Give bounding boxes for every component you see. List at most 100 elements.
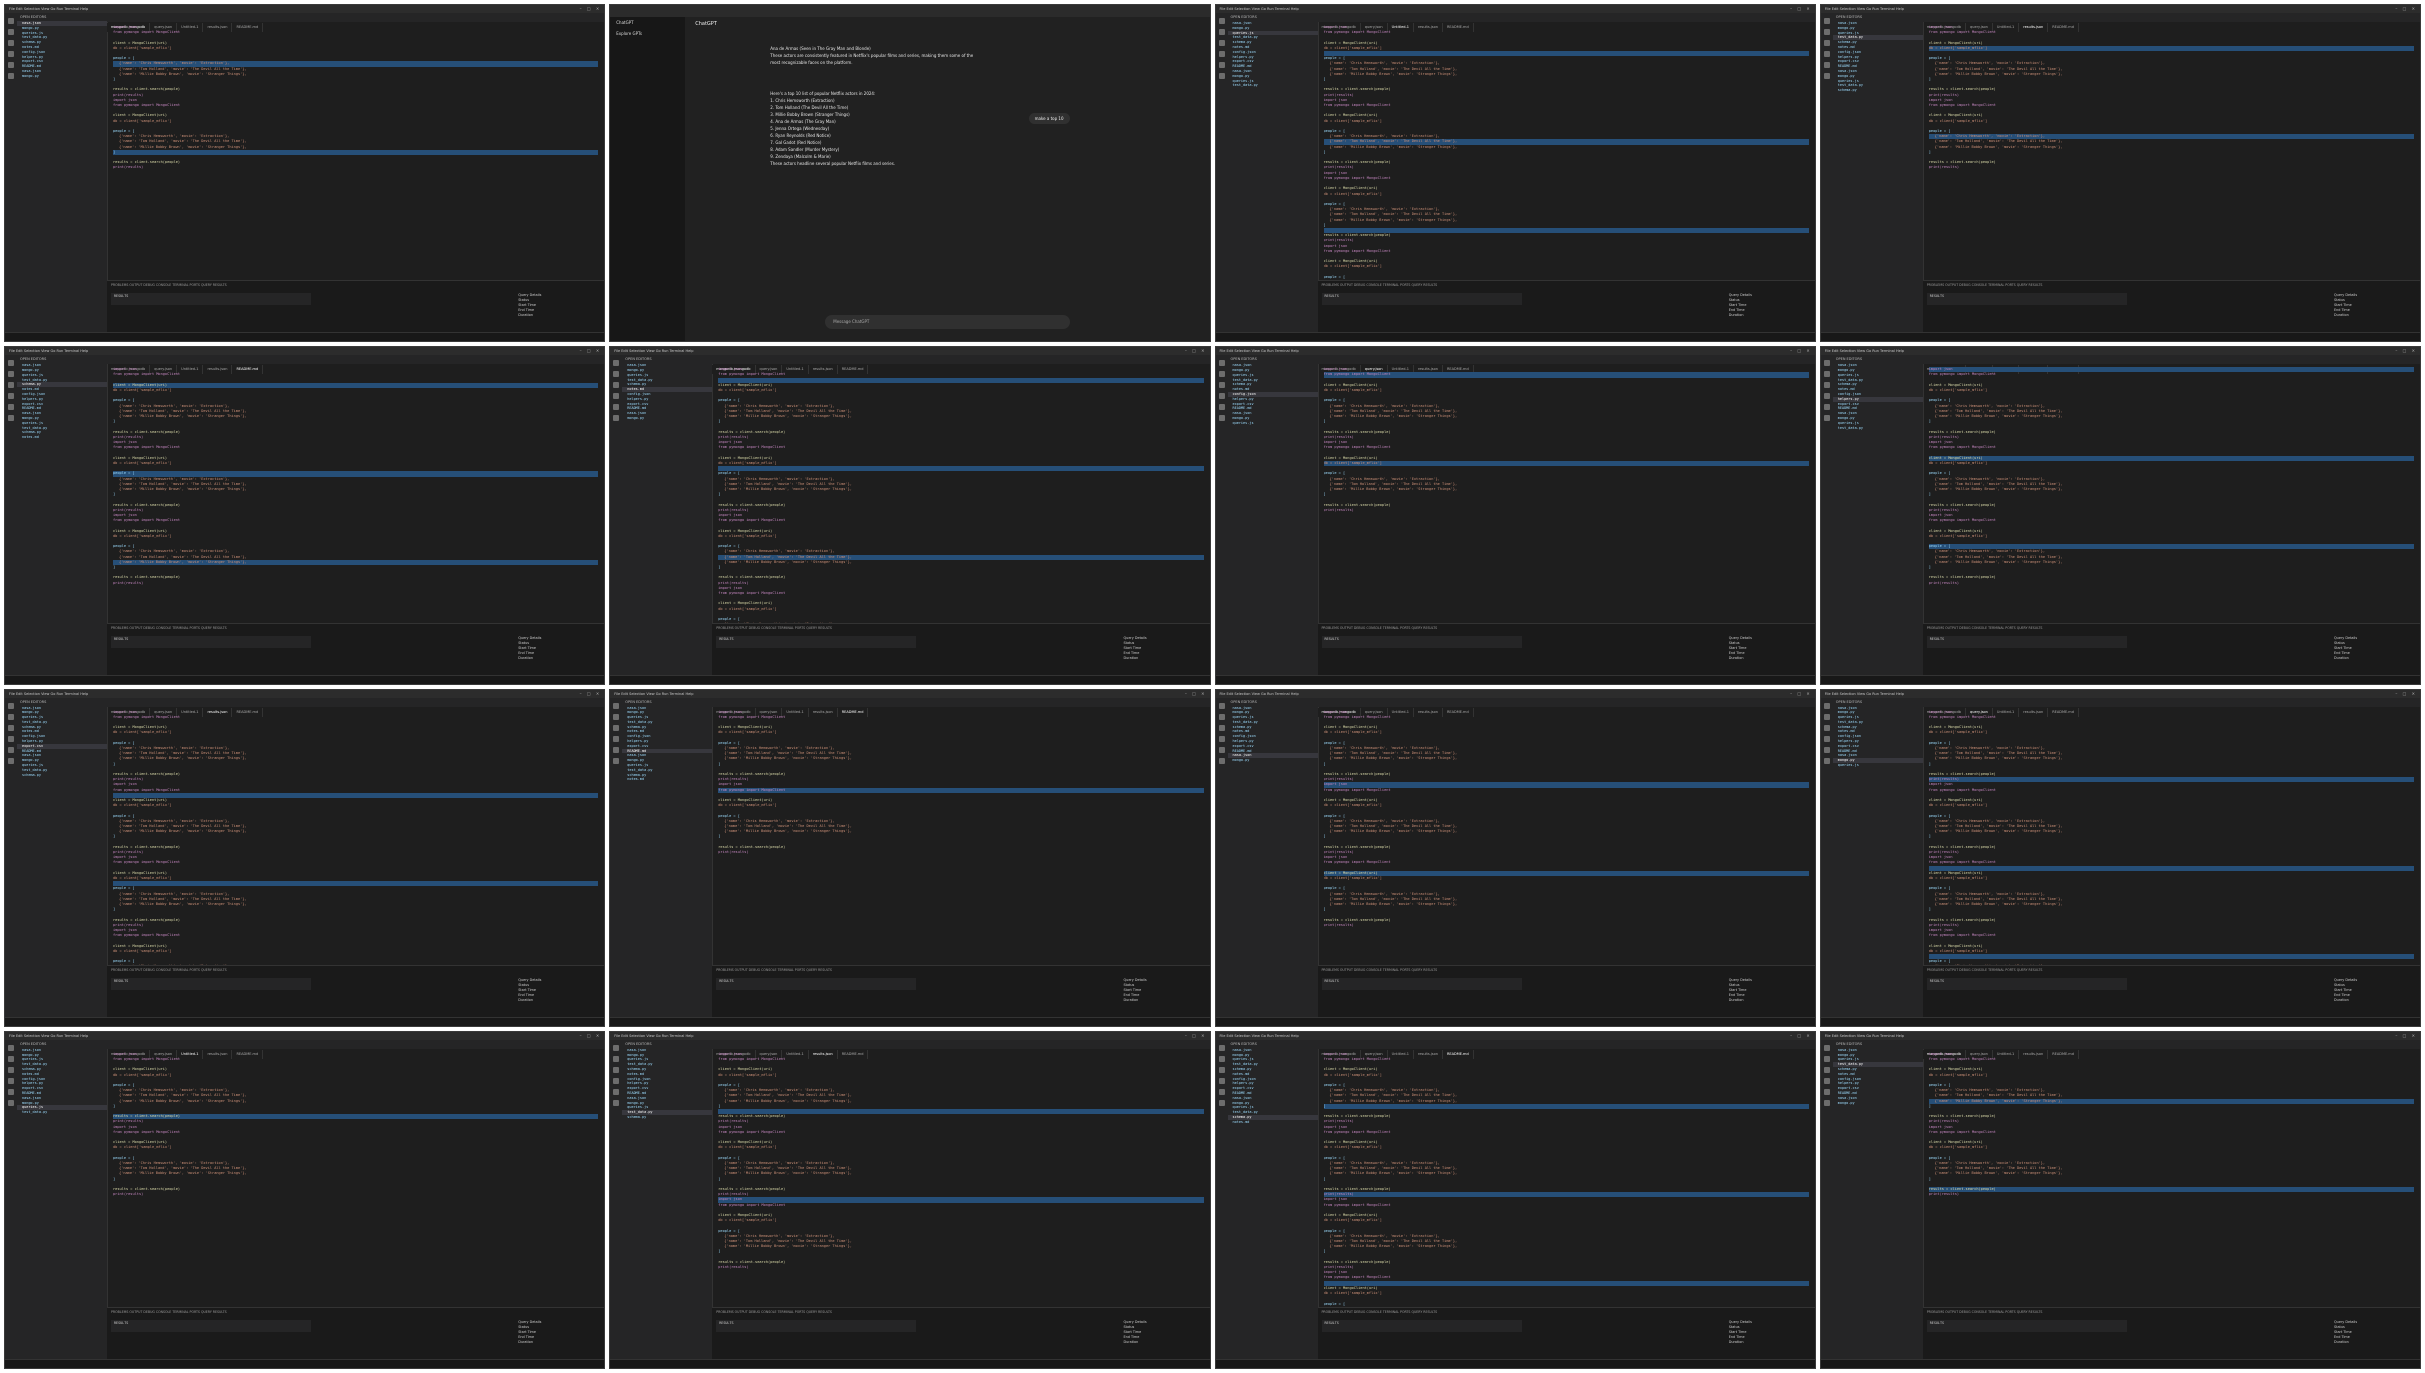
file-item[interactable]: queries.js: [1833, 763, 1923, 768]
menu-bar[interactable]: File Edit Selection View Go Run Terminal…: [1220, 1032, 1299, 1040]
file-item[interactable]: mongo.py: [1833, 1101, 1923, 1106]
activity-icon[interactable]: [1823, 360, 1830, 367]
panel-tabs[interactable]: PROBLEMS OUTPUT DEBUG CONSOLE TERMINAL P…: [1318, 966, 1815, 974]
activity-icon[interactable]: [8, 702, 14, 709]
window-controls[interactable]: – □ ✕: [2395, 1032, 2417, 1040]
file-item[interactable]: mongo.py: [1228, 758, 1318, 763]
menu-bar[interactable]: File Edit Selection View Go Run Terminal…: [9, 690, 88, 698]
activity-icon[interactable]: [8, 371, 14, 378]
code-editor[interactable]: import json from pymongo import MongoClie…: [1318, 707, 1815, 966]
activity-icon[interactable]: [613, 724, 620, 731]
activity-icon[interactable]: [1823, 1077, 1830, 1084]
activity-icon[interactable]: [8, 1055, 14, 1062]
activity-icon[interactable]: [1218, 746, 1225, 753]
message-input[interactable]: Message ChatGPT: [825, 315, 1070, 330]
activity-icon[interactable]: [1218, 724, 1225, 731]
menu-bar[interactable]: File Edit Selection View Go Run Terminal…: [9, 5, 88, 13]
activity-icon[interactable]: [1823, 735, 1830, 742]
panel-tabs[interactable]: PROBLEMS OUTPUT DEBUG CONSOLE TERMINAL P…: [107, 966, 604, 974]
activity-icon[interactable]: [1218, 1066, 1225, 1073]
code-editor[interactable]: import json from pymongo import MongoClie…: [1318, 364, 1815, 623]
activity-icon[interactable]: [8, 62, 14, 68]
window-controls[interactable]: – □ ✕: [1185, 690, 1207, 698]
activity-icon[interactable]: [1218, 393, 1225, 400]
activity-icon[interactable]: [613, 415, 620, 422]
activity-icon[interactable]: [1823, 724, 1830, 731]
activity-icon[interactable]: [1823, 18, 1830, 24]
activity-icon[interactable]: [8, 18, 14, 24]
activity-icon[interactable]: [8, 746, 14, 753]
activity-icon[interactable]: [1218, 757, 1225, 764]
activity-icon[interactable]: [8, 29, 14, 35]
activity-icon[interactable]: [8, 724, 14, 731]
activity-icon[interactable]: [613, 713, 620, 720]
activity-icon[interactable]: [1218, 1077, 1225, 1084]
chat-sidebar-item[interactable]: ChatGPT: [610, 17, 685, 28]
activity-icon[interactable]: [1823, 1044, 1830, 1051]
menu-bar[interactable]: File Edit Selection View Go Run Terminal…: [614, 347, 693, 355]
activity-icon[interactable]: [1218, 73, 1225, 79]
activity-icon[interactable]: [1823, 393, 1830, 400]
menu-bar[interactable]: File Edit Selection View Go Run Terminal…: [9, 1032, 88, 1040]
panel-tabs[interactable]: PROBLEMS OUTPUT DEBUG CONSOLE TERMINAL P…: [107, 624, 604, 632]
activity-icon[interactable]: [1823, 1088, 1830, 1095]
file-item[interactable]: mongo.py: [622, 416, 712, 421]
activity-icon[interactable]: [613, 1099, 620, 1106]
activity-icon[interactable]: [8, 51, 14, 57]
activity-icon[interactable]: [1218, 18, 1225, 24]
activity-icon[interactable]: [1218, 735, 1225, 742]
window-controls[interactable]: – □ ✕: [1185, 1032, 1207, 1040]
code-editor[interactable]: import json from pymongo import MongoClie…: [712, 1049, 1209, 1308]
code-editor[interactable]: import json from pymongo import MongoClie…: [712, 364, 1209, 657]
file-item[interactable]: schema.py: [17, 773, 107, 778]
activity-icon[interactable]: [1823, 1099, 1830, 1106]
code-editor[interactable]: import json from pymongo import MongoClie…: [1318, 1049, 1815, 1342]
activity-icon[interactable]: [1823, 746, 1830, 753]
activity-icon[interactable]: [1823, 415, 1830, 422]
window-controls[interactable]: – □ ✕: [1790, 1032, 1812, 1040]
code-editor[interactable]: import json from pymongo import MongoClie…: [1923, 1049, 2420, 1308]
activity-icon[interactable]: [1823, 62, 1830, 68]
menu-bar[interactable]: File Edit Selection View Go Run Terminal…: [614, 690, 693, 698]
activity-icon[interactable]: [1218, 702, 1225, 709]
activity-icon[interactable]: [1218, 29, 1225, 35]
panel-tabs[interactable]: PROBLEMS OUTPUT DEBUG CONSOLE TERMINAL P…: [1923, 966, 2420, 974]
code-editor[interactable]: import json from pymongo import MongoClie…: [107, 22, 604, 281]
activity-icon[interactable]: [613, 1044, 620, 1051]
activity-icon[interactable]: [8, 1077, 14, 1084]
window-controls[interactable]: – □ ✕: [1790, 5, 1812, 13]
menu-bar[interactable]: File Edit Selection View Go Run Terminal…: [1825, 5, 1904, 13]
panel-tabs[interactable]: PROBLEMS OUTPUT DEBUG CONSOLE TERMINAL P…: [1923, 281, 2420, 289]
activity-icon[interactable]: [1823, 371, 1830, 378]
code-editor[interactable]: import json from pymongo import MongoClie…: [1923, 364, 2420, 623]
code-editor[interactable]: import json from pymongo import MongoClie…: [712, 707, 1209, 966]
activity-icon[interactable]: [1218, 1099, 1225, 1106]
activity-icon[interactable]: [8, 1044, 14, 1051]
file-item[interactable]: notes.md: [622, 777, 712, 782]
activity-icon[interactable]: [1218, 404, 1225, 411]
activity-icon[interactable]: [613, 382, 620, 389]
window-controls[interactable]: – □ ✕: [580, 347, 602, 355]
panel-tabs[interactable]: PROBLEMS OUTPUT DEBUG CONSOLE TERMINAL P…: [1318, 281, 1815, 289]
activity-icon[interactable]: [8, 404, 14, 411]
code-editor[interactable]: import json from pymongo import MongoClie…: [107, 1049, 604, 1308]
activity-icon[interactable]: [613, 746, 620, 753]
activity-icon[interactable]: [1218, 382, 1225, 389]
activity-icon[interactable]: [613, 702, 620, 709]
file-item[interactable]: notes.md: [1228, 1120, 1318, 1125]
activity-icon[interactable]: [8, 713, 14, 720]
activity-icon[interactable]: [8, 1099, 14, 1106]
window-controls[interactable]: – □ ✕: [2395, 5, 2417, 13]
activity-icon[interactable]: [1218, 713, 1225, 720]
file-item[interactable]: test_data.py: [1833, 426, 1923, 431]
panel-tabs[interactable]: PROBLEMS OUTPUT DEBUG CONSOLE TERMINAL P…: [1923, 1308, 2420, 1316]
activity-icon[interactable]: [8, 393, 14, 400]
activity-icon[interactable]: [1218, 51, 1225, 57]
activity-icon[interactable]: [8, 40, 14, 46]
window-controls[interactable]: – □ ✕: [1790, 347, 1812, 355]
menu-bar[interactable]: File Edit Selection View Go Run Terminal…: [1825, 347, 1904, 355]
panel-tabs[interactable]: PROBLEMS OUTPUT DEBUG CONSOLE TERMINAL P…: [1923, 624, 2420, 632]
activity-icon[interactable]: [1218, 1044, 1225, 1051]
activity-icon[interactable]: [1823, 73, 1830, 79]
activity-icon[interactable]: [8, 1088, 14, 1095]
